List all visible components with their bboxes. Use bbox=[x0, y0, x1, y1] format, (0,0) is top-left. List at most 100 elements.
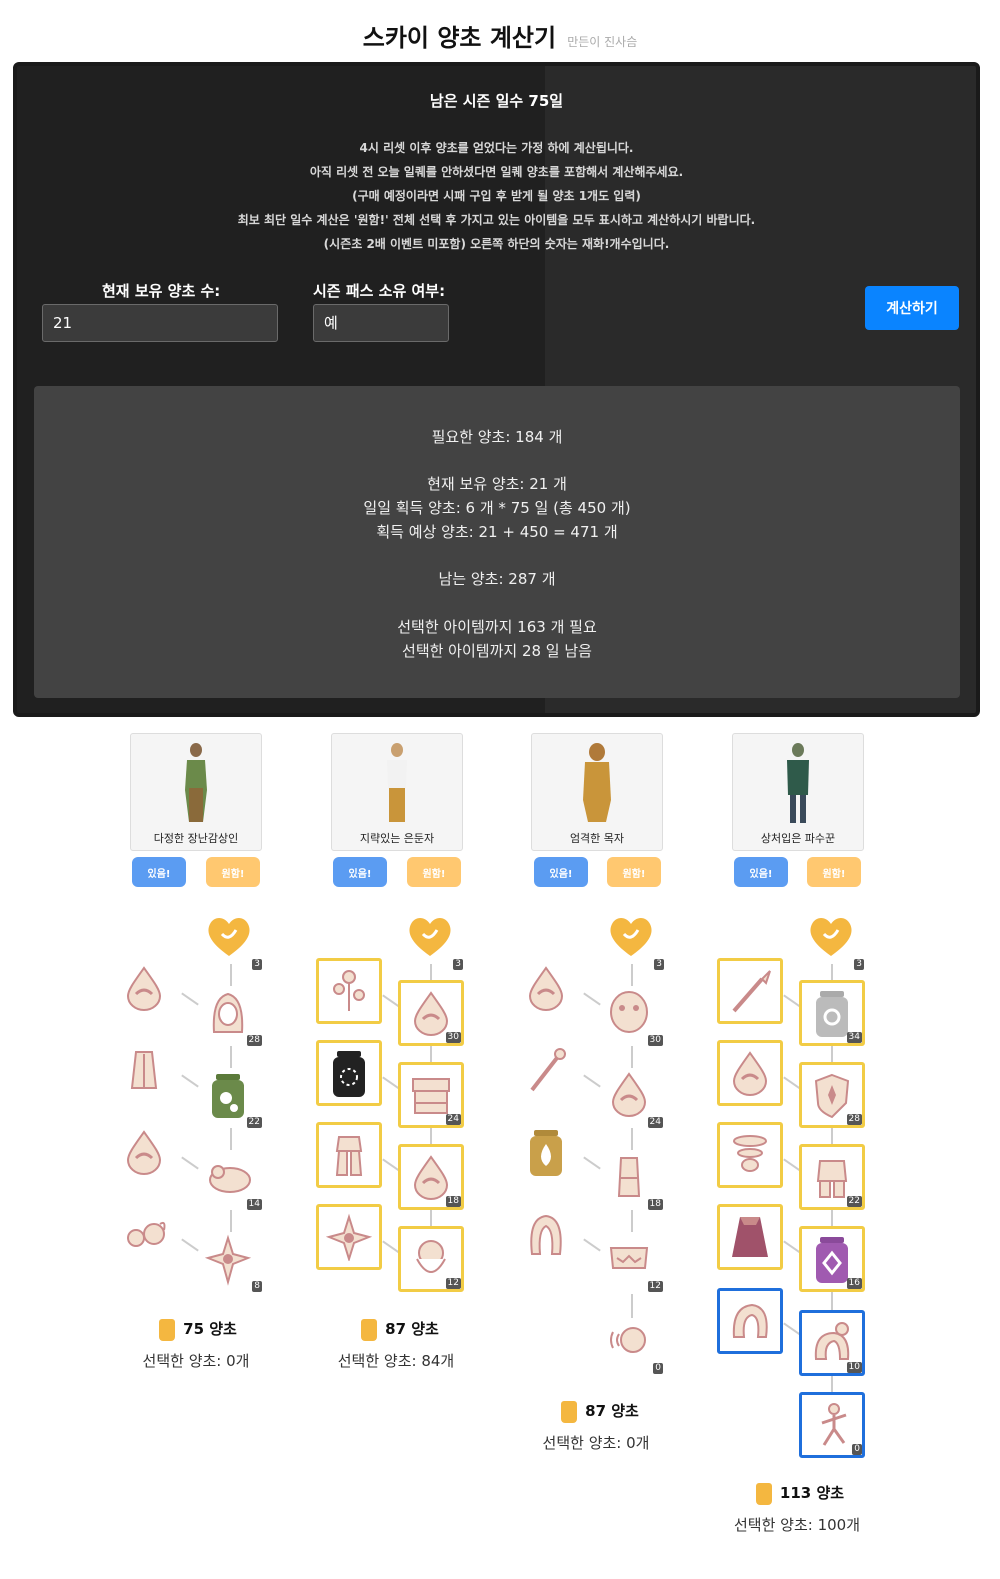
want-button[interactable]: 원함! bbox=[607, 857, 661, 887]
item-node[interactable]: 24 bbox=[398, 1062, 464, 1128]
expected-candles: 획득 예상 양초: 21 + 450 = 471 개 bbox=[376, 523, 618, 541]
selected-candles: 선택한 양초: 100개 bbox=[733, 1516, 861, 1534]
armor-outfit-icon bbox=[816, 1160, 848, 1198]
item-node[interactable]: 16 bbox=[799, 1226, 865, 1292]
pass-select[interactable]: 예 bbox=[313, 304, 449, 342]
item-node[interactable] bbox=[316, 1122, 382, 1188]
item-node[interactable]: 0 bbox=[599, 1310, 663, 1374]
spirit-name: 상처입은 파수꾼 bbox=[760, 832, 836, 845]
item-node[interactable] bbox=[316, 958, 382, 1024]
spirit-card[interactable]: 다정한 장난감상인 bbox=[130, 733, 262, 851]
want-button[interactable]: 원함! bbox=[807, 857, 861, 887]
teardrop-icon bbox=[413, 1155, 449, 1200]
have-button[interactable]: 있음! bbox=[534, 857, 588, 887]
beard-mask-icon bbox=[416, 1240, 446, 1273]
item-node[interactable]: 34 bbox=[799, 980, 865, 1046]
item-node[interactable]: 14 bbox=[198, 1146, 262, 1210]
spell-jar-icon bbox=[212, 1074, 244, 1118]
teardrop-icon bbox=[126, 1130, 162, 1175]
candles-label: 현재 보유 양초 수: bbox=[102, 282, 221, 300]
item-count: 0 bbox=[852, 1444, 862, 1455]
item-count: 0 bbox=[653, 1363, 663, 1374]
days-left: 남은 시즌 일수 75일 bbox=[429, 92, 564, 110]
item-node[interactable]: 12 bbox=[398, 1226, 464, 1292]
spirit-cost: 87 양초 bbox=[300, 1318, 500, 1341]
item-count: 14 bbox=[246, 1199, 262, 1210]
item-count: 28 bbox=[846, 1114, 862, 1125]
item-count: 3 bbox=[654, 959, 664, 970]
candles-input[interactable]: 21 bbox=[42, 304, 278, 342]
emote-icon bbox=[821, 1403, 847, 1446]
cost-value: 87 양초 bbox=[585, 1402, 639, 1420]
note-line: 최보 최단 일수 계산은 '원함!' 전체 선택 후 가지고 있는 아이템을 모… bbox=[237, 213, 756, 227]
item-node[interactable]: 24 bbox=[599, 1064, 663, 1128]
item-node[interactable] bbox=[717, 958, 783, 1024]
item-node[interactable]: 22 bbox=[799, 1144, 865, 1210]
item-node[interactable]: 30 bbox=[599, 982, 663, 1046]
tree-line bbox=[181, 992, 199, 1006]
item-node[interactable] bbox=[516, 1040, 580, 1104]
want-button[interactable]: 원함! bbox=[407, 857, 461, 887]
item-count: 24 bbox=[445, 1114, 461, 1125]
heart-node[interactable]: 3 bbox=[600, 906, 664, 970]
item-node[interactable]: 8 bbox=[198, 1228, 262, 1292]
have-button[interactable]: 있음! bbox=[333, 857, 387, 887]
spirit-name: 엄격한 목자 bbox=[569, 832, 625, 845]
item-node[interactable]: 18 bbox=[398, 1144, 464, 1210]
item-node[interactable] bbox=[717, 1040, 783, 1106]
heart-icon bbox=[409, 918, 451, 956]
item-node[interactable]: 10 bbox=[799, 1310, 865, 1376]
item-count: 3 bbox=[453, 959, 463, 970]
teardrop-icon bbox=[528, 966, 564, 1011]
hair-icon bbox=[732, 1303, 768, 1338]
item-node[interactable] bbox=[717, 1288, 783, 1354]
item-node[interactable] bbox=[114, 1122, 178, 1186]
heart-node[interactable]: 3 bbox=[399, 906, 463, 970]
item-node[interactable]: 30 bbox=[398, 980, 464, 1046]
item-node[interactable]: 18 bbox=[599, 1146, 663, 1210]
candle-icon bbox=[561, 1400, 578, 1423]
result-box: 필요한 양초: 184 개 현재 보유 양초: 21 개 일일 획득 양초: 6… bbox=[34, 386, 960, 698]
note-line: (구매 예정이라면 시패 구입 후 받게 될 양초 1개도 입력) bbox=[352, 189, 641, 203]
hair-icon bbox=[814, 1322, 850, 1360]
item-node[interactable] bbox=[316, 1040, 382, 1106]
tree-line bbox=[181, 1074, 199, 1088]
tree-line bbox=[831, 1292, 833, 1310]
pass-label: 시즌 패스 소유 여부: bbox=[313, 282, 446, 300]
spirit-cost: 75 양초 bbox=[98, 1318, 298, 1341]
item-node[interactable]: 28 bbox=[198, 982, 262, 1046]
heart-node[interactable]: 3 bbox=[198, 906, 262, 970]
item-node[interactable] bbox=[114, 958, 178, 1022]
robe-icon bbox=[130, 1051, 158, 1089]
creature-prop-icon bbox=[209, 1165, 251, 1193]
item-node[interactable]: 28 bbox=[799, 1062, 865, 1128]
spirit-card[interactable]: 엄격한 목자 bbox=[531, 733, 663, 851]
item-count: 12 bbox=[445, 1278, 461, 1289]
spirit-card[interactable]: 지략있는 은둔자 bbox=[331, 733, 463, 851]
item-node[interactable] bbox=[114, 1204, 178, 1268]
cost-value: 113 양초 bbox=[779, 1484, 845, 1502]
item-node[interactable] bbox=[516, 1122, 580, 1186]
item-node[interactable]: 22 bbox=[198, 1064, 262, 1128]
heart-node[interactable]: 3 bbox=[800, 906, 864, 970]
have-button[interactable]: 있음! bbox=[734, 857, 788, 887]
item-node[interactable]: 12 bbox=[599, 1228, 663, 1292]
needed-candles: 필요한 양초: 184 개 bbox=[431, 428, 563, 446]
item-node[interactable] bbox=[717, 1122, 783, 1188]
item-node[interactable] bbox=[516, 1204, 580, 1268]
item-node[interactable] bbox=[114, 1040, 178, 1104]
item-count: 3 bbox=[854, 959, 864, 970]
item-node[interactable] bbox=[316, 1204, 382, 1270]
item-node[interactable] bbox=[717, 1204, 783, 1270]
cost-value: 75 양초 bbox=[183, 1320, 237, 1338]
item-count: 22 bbox=[246, 1117, 262, 1128]
item-count: 22 bbox=[846, 1196, 862, 1207]
item-node[interactable] bbox=[516, 958, 580, 1022]
spirit-card[interactable]: 상처입은 파수꾼 bbox=[732, 733, 864, 851]
item-node[interactable]: 0 bbox=[799, 1392, 865, 1458]
have-button[interactable]: 있음! bbox=[132, 857, 186, 887]
want-button[interactable]: 원함! bbox=[206, 857, 260, 887]
candle-icon bbox=[361, 1318, 378, 1341]
calculate-button[interactable]: 계산하기 bbox=[865, 286, 959, 330]
item-count: 12 bbox=[647, 1281, 663, 1292]
